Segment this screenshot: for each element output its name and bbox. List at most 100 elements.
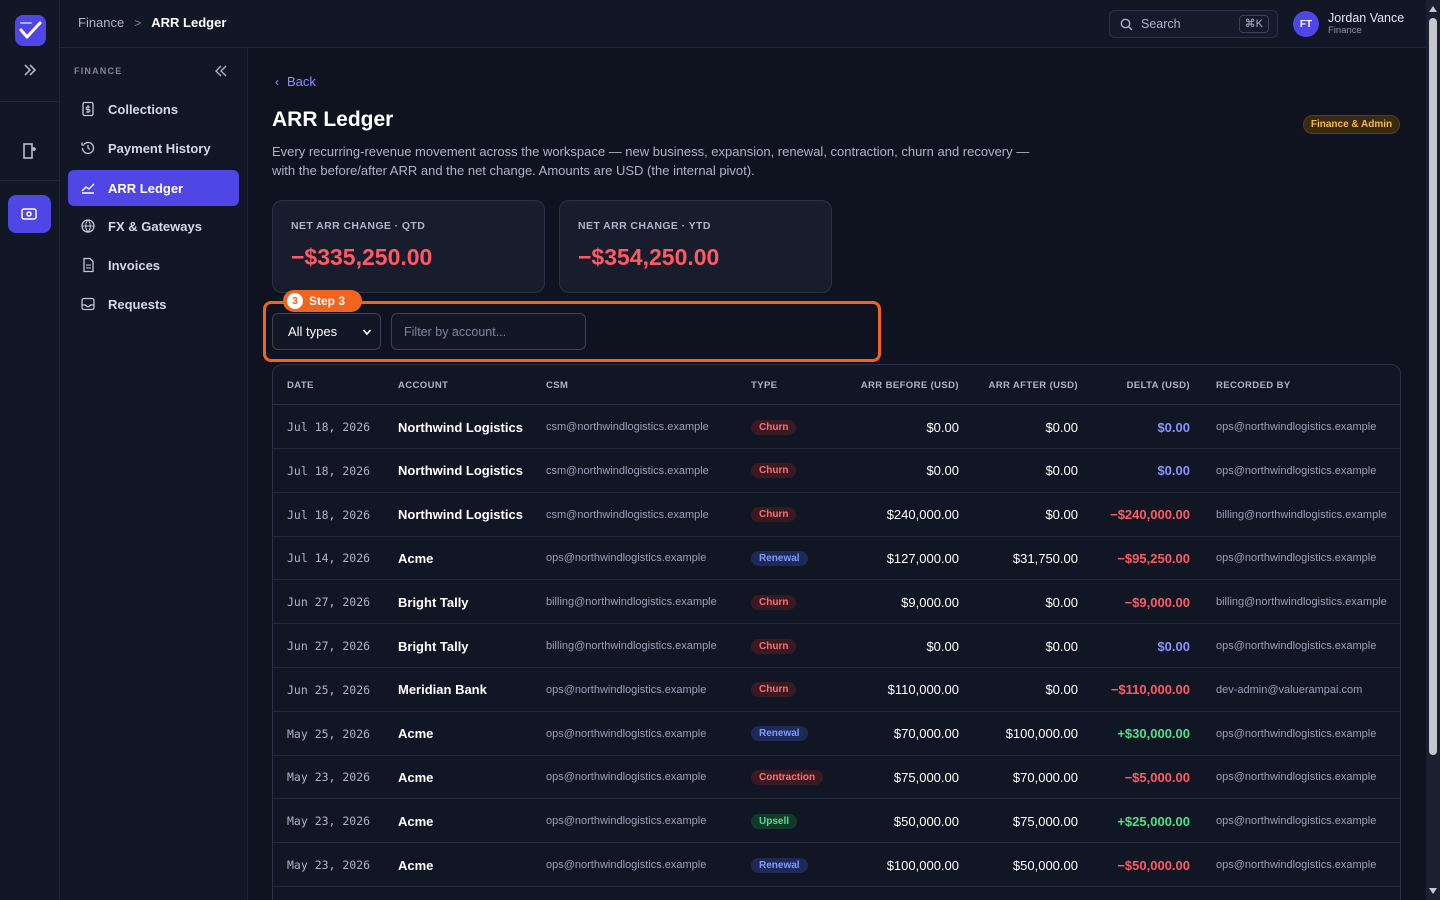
step-number: 3 bbox=[287, 293, 303, 309]
logo-check-icon bbox=[19, 21, 42, 39]
cell-arr-before: $9,000.00 bbox=[901, 594, 959, 610]
cell-delta: −$110,000.00 bbox=[1110, 682, 1190, 698]
sidebar-item-payment-history[interactable]: Payment History bbox=[68, 130, 239, 166]
cell-delta: +$30,000.00 bbox=[1117, 726, 1190, 742]
cell-date: May 23, 2026 bbox=[287, 814, 371, 829]
search-button[interactable]: Search ⌘K bbox=[1109, 10, 1278, 38]
type-badge: Renewal bbox=[751, 726, 808, 742]
cell-account[interactable]: Acme bbox=[398, 536, 433, 580]
sidebar-item-invoices[interactable]: Invoices bbox=[68, 247, 239, 283]
kpi-value: −$354,250.00 bbox=[578, 244, 720, 270]
cell-account[interactable]: Bright Tally bbox=[398, 580, 469, 624]
cell-recorded-by: billing@northwindlogistics.example bbox=[1216, 596, 1387, 609]
table-row[interactable]: May 23, 2026 Acme ops@northwindlogistics.e… bbox=[273, 799, 1400, 844]
table-row[interactable]: Jul 14, 2026 Acme ops@northwindlogistics.e… bbox=[273, 536, 1400, 581]
expand-icon[interactable] bbox=[22, 62, 38, 78]
dollar-doc-icon bbox=[80, 101, 96, 117]
table-row[interactable]: Jul 18, 2026 Northwind Logistics csm@north… bbox=[273, 449, 1400, 493]
type-badge: Churn bbox=[751, 594, 797, 610]
sidebar-item-collections[interactable]: Collections bbox=[68, 91, 239, 127]
cell-csm: ops@northwindlogistics.example bbox=[546, 771, 707, 784]
page-description: Every recurring-revenue movement across … bbox=[272, 144, 1030, 178]
cell-arr-before: $240,000.00 bbox=[886, 507, 959, 523]
breadcrumb-finance-link[interactable]: Finance bbox=[78, 15, 124, 30]
table-row[interactable]: Jun 27, 2026 Bright Tally billing@northwin… bbox=[273, 580, 1400, 625]
column-header-csm[interactable]: CSM bbox=[546, 380, 568, 391]
kpi-label: NET ARR CHANGE · YTD bbox=[578, 220, 711, 232]
cell-type: Renewal bbox=[751, 536, 808, 580]
cell-recorded-by: billing@northwindlogistics.example bbox=[1216, 508, 1387, 521]
cell-arr-after: $50,000.00 bbox=[1012, 857, 1078, 873]
cell-delta: −$50,000.00 bbox=[1117, 857, 1190, 873]
scroll-down-icon[interactable] bbox=[1429, 888, 1437, 894]
collapse-sidebar-icon[interactable] bbox=[214, 64, 228, 78]
scroll-up-icon[interactable] bbox=[1429, 6, 1437, 12]
column-header-arr-after[interactable]: ARR AFTER (USD) bbox=[988, 380, 1078, 391]
kpi-value: −$335,250.00 bbox=[291, 244, 433, 270]
cell-csm: billing@northwindlogistics.example bbox=[546, 596, 717, 609]
cell-recorded-by: ops@northwindlogistics.example bbox=[1216, 815, 1377, 828]
cell-account[interactable]: Northwind Logistics bbox=[398, 405, 523, 449]
finance-module-button[interactable] bbox=[8, 195, 51, 233]
cell-account[interactable]: Meridian Bank bbox=[398, 668, 487, 712]
type-badge: Churn bbox=[751, 507, 797, 523]
cell-account[interactable]: Bright Tally bbox=[398, 624, 469, 668]
sidebar-item-arr-ledger[interactable]: ARR Ledger bbox=[68, 170, 239, 206]
cell-account[interactable]: Acme bbox=[398, 712, 433, 756]
column-header-date[interactable]: DATE bbox=[287, 380, 314, 391]
user-menu[interactable]: FT Jordan Vance Finance bbox=[1293, 11, 1404, 37]
cell-account[interactable]: Northwind Logistics bbox=[398, 493, 523, 537]
page-title: ARR Ledger bbox=[272, 108, 394, 131]
table-row[interactable]: Jul 18, 2026 Northwind Logistics csm@north… bbox=[273, 405, 1400, 449]
cell-delta: −$95,250.00 bbox=[1117, 550, 1190, 566]
table-row[interactable]: Jun 27, 2026 Bright Tally billing@northwin… bbox=[273, 624, 1400, 668]
cell-date: May 23, 2026 bbox=[287, 770, 371, 785]
cell-date: May 25, 2026 bbox=[287, 726, 371, 741]
column-header-recorded-by[interactable]: RECORDED BY bbox=[1216, 380, 1291, 391]
breadcrumb-current: ARR Ledger bbox=[151, 15, 227, 30]
column-header-arr-before[interactable]: ARR BEFORE (USD) bbox=[861, 380, 959, 391]
page-scrollbar[interactable] bbox=[1426, 0, 1440, 900]
cell-arr-before: $0.00 bbox=[926, 638, 959, 654]
cell-arr-after: $0.00 bbox=[1045, 419, 1078, 435]
table-row[interactable]: Jun 25, 2026 Meridian Bank ops@northwindlo… bbox=[273, 668, 1400, 712]
sidebar-item-fx-gateways[interactable]: FX & Gateways bbox=[68, 208, 239, 244]
cell-account[interactable]: Northwind Logistics bbox=[398, 449, 523, 493]
account-filter-input[interactable]: Filter by account... bbox=[391, 313, 586, 350]
step-badge: 3 Step 3 bbox=[283, 290, 362, 312]
cell-delta: $0.00 bbox=[1157, 638, 1190, 654]
cell-date: Jun 25, 2026 bbox=[287, 682, 371, 697]
cell-account[interactable]: Acme bbox=[398, 755, 433, 799]
cell-recorded-by: ops@northwindlogistics.example bbox=[1216, 552, 1377, 565]
column-header-account[interactable]: ACCOUNT bbox=[398, 380, 448, 391]
cell-recorded-by: ops@northwindlogistics.example bbox=[1216, 640, 1377, 652]
column-header-type[interactable]: TYPE bbox=[751, 380, 777, 391]
sidebar-item-requests[interactable]: Requests bbox=[68, 286, 239, 322]
cell-date: Jul 18, 2026 bbox=[287, 463, 371, 478]
back-link[interactable]: ‹ Back bbox=[275, 74, 316, 89]
cell-arr-after: $31,750.00 bbox=[1012, 550, 1078, 566]
cell-recorded-by: ops@northwindlogistics.example bbox=[1216, 727, 1377, 740]
app-logo[interactable] bbox=[15, 15, 46, 46]
column-header-delta[interactable]: DELTA (USD) bbox=[1127, 380, 1190, 391]
table-row[interactable]: May 25, 2026 Acme ops@northwindlogistics.e… bbox=[273, 712, 1400, 756]
table-row[interactable]: May 23, 2026 Acme ops@northwindlogistics.e… bbox=[273, 843, 1400, 887]
arr-ledger-table: DATE ACCOUNT CSM TYPE ARR BEFORE (USD) A… bbox=[272, 364, 1401, 900]
type-badge: Renewal bbox=[751, 550, 808, 566]
cell-type: Renewal bbox=[751, 712, 808, 756]
workspace-icon[interactable] bbox=[20, 141, 40, 161]
cell-account[interactable]: Acme bbox=[398, 799, 433, 843]
cell-type: Churn bbox=[751, 624, 797, 668]
table-row[interactable]: May 23, 2026 Acme ops@northwindlogistics.e… bbox=[273, 755, 1400, 800]
cell-csm: ops@northwindlogistics.example bbox=[546, 727, 707, 740]
cell-arr-after: $0.00 bbox=[1045, 507, 1078, 523]
cell-arr-before: $70,000.00 bbox=[893, 726, 959, 742]
cell-csm: csm@northwindlogistics.example bbox=[546, 421, 709, 433]
avatar: FT bbox=[1293, 11, 1319, 37]
cell-account[interactable]: Acme bbox=[398, 843, 433, 887]
cell-type: Churn bbox=[751, 449, 797, 493]
cell-date: Jul 18, 2026 bbox=[287, 507, 371, 522]
type-filter-select[interactable]: All types bbox=[272, 313, 381, 350]
table-row[interactable]: Jul 18, 2026 Northwind Logistics csm@north… bbox=[273, 493, 1400, 537]
scrollbar-thumb[interactable] bbox=[1429, 18, 1437, 755]
